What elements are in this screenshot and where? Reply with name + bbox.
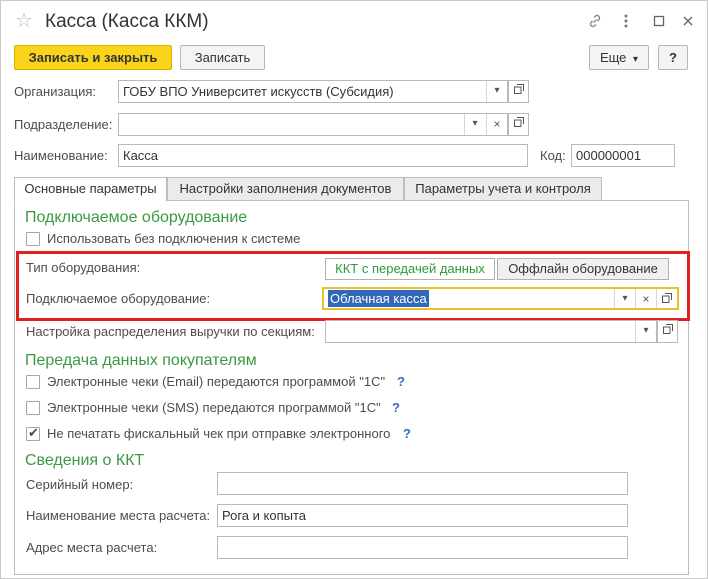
department-field[interactable]: ▾ × bbox=[118, 113, 508, 136]
no-connect-label: Использовать без подключения к системе bbox=[47, 231, 301, 246]
revenue-field[interactable]: ▾ bbox=[325, 320, 657, 343]
window-title: Касса (Касса ККМ) bbox=[45, 11, 209, 32]
code-label: Код: bbox=[540, 148, 566, 163]
equipment-type-kkt-option[interactable]: ККТ с передачей данных bbox=[325, 258, 495, 280]
tab-document-settings[interactable]: Настройки заполнения документов bbox=[167, 177, 404, 201]
place-name-value: Рога и копыта bbox=[222, 508, 306, 523]
place-address-field[interactable] bbox=[217, 536, 628, 559]
place-name-field[interactable]: Рога и копыта bbox=[217, 504, 628, 527]
more-vertical-icon[interactable] bbox=[617, 10, 635, 36]
email-help-icon[interactable]: ? bbox=[397, 372, 405, 392]
code-value: 000000001 bbox=[576, 148, 642, 163]
save-button[interactable]: Записать bbox=[180, 45, 265, 70]
sms-help-icon[interactable]: ? bbox=[392, 398, 400, 418]
clear-icon[interactable]: × bbox=[635, 289, 656, 308]
sms-label: Электронные чеки (SMS) передаются програ… bbox=[47, 400, 381, 415]
email-checkbox[interactable] bbox=[26, 375, 40, 389]
chevron-down-icon: ▾ bbox=[633, 54, 639, 65]
buyer-heading: Передача данных покупателям bbox=[25, 352, 257, 369]
place-address-label: Адрес места расчета: bbox=[26, 540, 158, 555]
organization-field[interactable]: ГОБУ ВПО Университет искусств (Субсидия)… bbox=[118, 80, 508, 103]
star-icon[interactable]: ☆ bbox=[15, 10, 33, 32]
equipment-type-label: Тип оборудования: bbox=[26, 260, 141, 275]
organization-value: ГОБУ ВПО Университет искусств (Субсидия) bbox=[123, 84, 394, 99]
link-icon[interactable] bbox=[586, 10, 604, 36]
email-label: Электронные чеки (Email) передаются прог… bbox=[47, 374, 386, 389]
tab-main-parameters[interactable]: Основные параметры bbox=[14, 177, 167, 202]
help-button[interactable]: ? bbox=[658, 45, 688, 70]
dropdown-icon[interactable]: ▾ bbox=[614, 289, 635, 308]
form-window: ☆ Касса (Касса ККМ) Записать и закрыть З… bbox=[0, 0, 708, 579]
no-print-label: Не печатать фискальный чек при отправке … bbox=[47, 426, 391, 441]
serial-label: Серийный номер: bbox=[26, 477, 134, 492]
open-icon[interactable] bbox=[657, 320, 678, 343]
dropdown-icon[interactable]: ▾ bbox=[464, 114, 485, 135]
device-value: Облачная касса bbox=[328, 290, 429, 307]
no-print-checkbox[interactable] bbox=[26, 425, 40, 441]
open-icon[interactable] bbox=[508, 80, 529, 103]
tab-accounting-parameters[interactable]: Параметры учета и контроля bbox=[404, 177, 602, 201]
dropdown-icon[interactable]: ▾ bbox=[635, 321, 656, 342]
serial-field[interactable] bbox=[217, 472, 628, 495]
equipment-type-offline-option[interactable]: Оффлайн оборудование bbox=[497, 258, 669, 280]
save-and-close-button[interactable]: Записать и закрыть bbox=[14, 45, 172, 70]
maximize-icon[interactable] bbox=[650, 10, 668, 34]
code-field[interactable]: 000000001 bbox=[571, 144, 675, 167]
name-field[interactable]: Касса bbox=[118, 144, 528, 167]
equipment-heading: Подключаемое оборудование bbox=[25, 209, 248, 226]
name-label: Наименование: bbox=[14, 148, 108, 163]
no-print-help-icon[interactable]: ? bbox=[403, 424, 411, 444]
kkt-heading: Сведения о ККТ bbox=[25, 452, 145, 469]
device-label: Подключаемое оборудование: bbox=[26, 291, 211, 306]
no-connect-checkbox[interactable] bbox=[26, 232, 40, 246]
close-icon[interactable] bbox=[679, 10, 697, 34]
more-button[interactable]: Еще ▾ bbox=[589, 45, 649, 70]
revenue-label: Настройка распределения выручки по секци… bbox=[26, 324, 315, 339]
dropdown-icon[interactable]: ▾ bbox=[486, 81, 507, 102]
name-value: Касса bbox=[123, 148, 159, 163]
more-button-label: Еще bbox=[599, 50, 627, 65]
open-icon[interactable] bbox=[508, 113, 529, 136]
organization-label: Организация: bbox=[14, 84, 97, 99]
department-label: Подразделение: bbox=[14, 117, 113, 132]
sms-checkbox[interactable] bbox=[26, 401, 40, 415]
place-name-label: Наименование места расчета: bbox=[26, 508, 211, 523]
device-field[interactable]: Облачная касса ▾ × bbox=[322, 287, 679, 310]
open-icon[interactable] bbox=[656, 289, 677, 308]
clear-icon[interactable]: × bbox=[486, 114, 507, 135]
